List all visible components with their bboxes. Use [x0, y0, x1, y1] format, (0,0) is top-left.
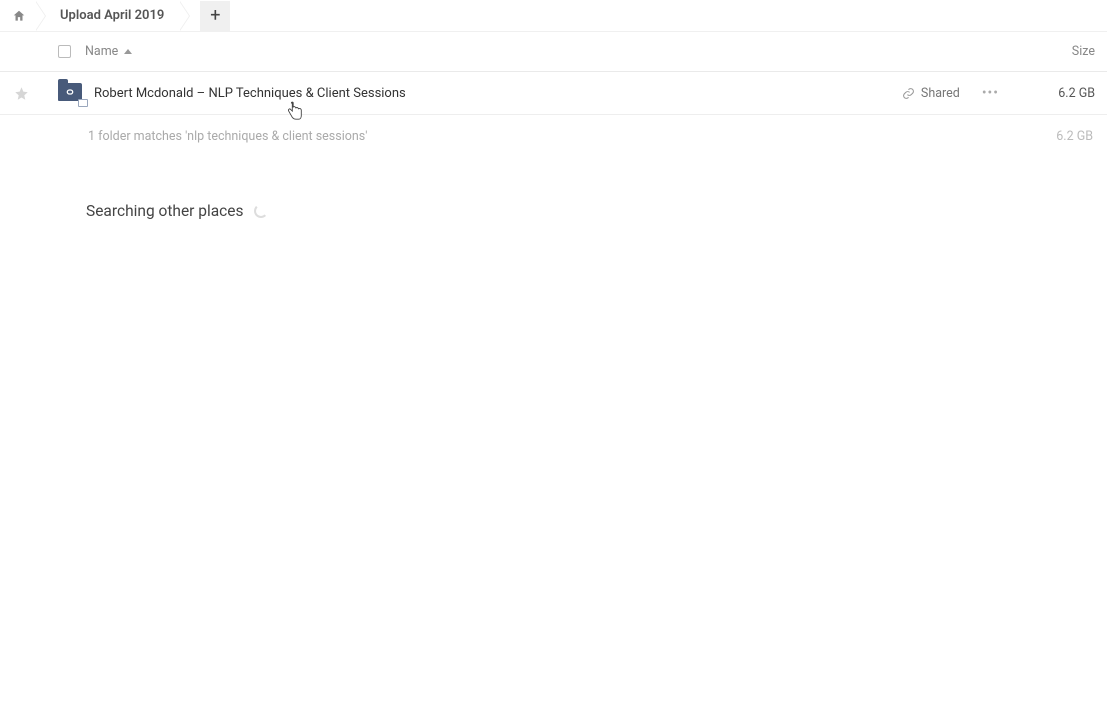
loading-spinner-icon [254, 204, 268, 218]
breadcrumb-separator [180, 1, 190, 31]
column-header-size[interactable]: Size [1037, 44, 1097, 59]
home-icon [12, 9, 26, 23]
more-horizontal-icon: ••• [982, 85, 999, 101]
table-row[interactable]: Robert Mcdonald – NLP Techniques & Clien… [0, 72, 1107, 115]
star-icon [14, 86, 29, 101]
search-summary: 1 folder matches 'nlp techniques & clien… [0, 115, 1107, 156]
column-name-label: Name [85, 44, 118, 59]
file-name[interactable]: Robert Mcdonald – NLP Techniques & Clien… [94, 86, 406, 101]
plus-icon: + [210, 5, 220, 26]
folder-link-icon [58, 81, 86, 105]
searching-other-places: Searching other places [0, 156, 1107, 220]
breadcrumb-home[interactable] [4, 1, 36, 31]
breadcrumb-current[interactable]: Upload April 2019 [40, 1, 180, 31]
column-header-name[interactable]: Name [85, 44, 132, 59]
add-tab-button[interactable]: + [200, 1, 230, 31]
file-size: 6.2 GB [1037, 86, 1097, 101]
summary-size: 6.2 GB [1035, 129, 1095, 144]
shared-label: Shared [921, 86, 960, 101]
select-all-checkbox[interactable] [58, 45, 71, 58]
sort-ascending-icon [124, 49, 132, 54]
searching-label: Searching other places [86, 202, 244, 220]
summary-text: 1 folder matches 'nlp techniques & clien… [88, 129, 367, 144]
link-icon [62, 86, 78, 98]
row-more-button[interactable]: ••• [976, 85, 1005, 101]
column-header-row: Name Size [0, 32, 1107, 72]
link-icon [902, 87, 915, 100]
breadcrumb: Upload April 2019 + [0, 0, 1107, 32]
shared-indicator[interactable]: Shared [902, 86, 960, 101]
favorite-star[interactable] [10, 86, 32, 101]
